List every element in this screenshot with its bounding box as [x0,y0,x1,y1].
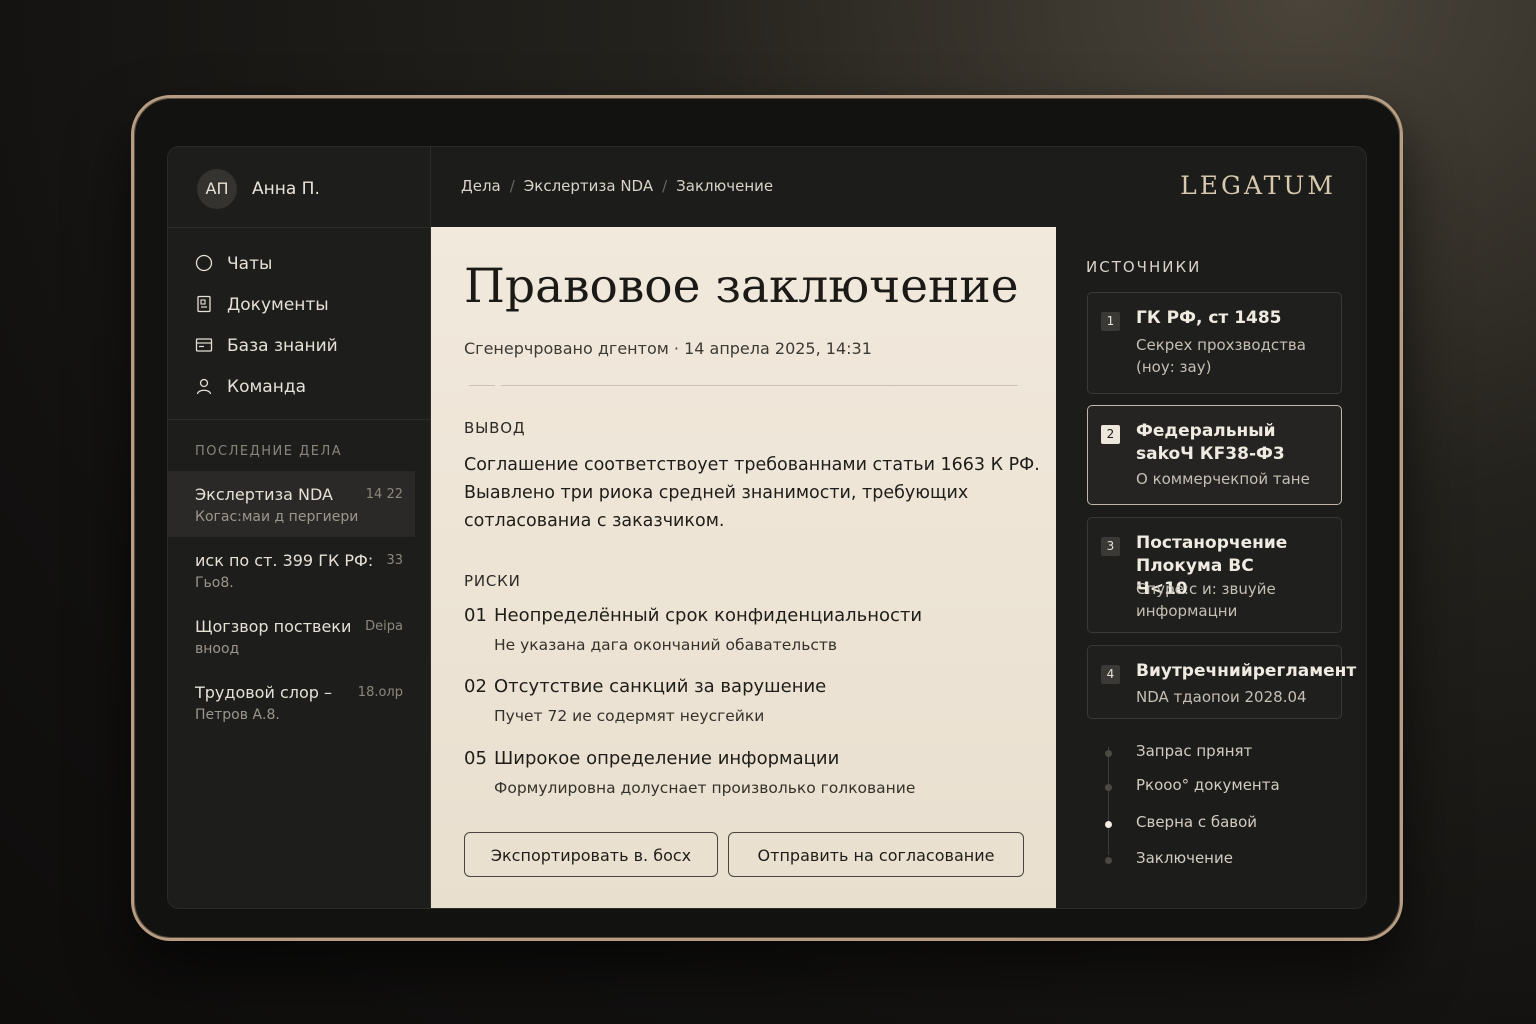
recent-cases-heading: ПОСЛЕДНИЕ ДЕЛА [195,444,343,459]
step-label: Ркооо° документа [1136,776,1280,794]
nav-item-chats[interactable]: Чаты [168,243,430,284]
nav-item-knowledge-base[interactable]: База знаний [168,325,430,366]
case-title: Экслертиза NDA [195,485,333,504]
main-nav: Чаты Документы База знаний Команда [168,243,430,407]
case-title: Трудовой слор – [195,683,333,702]
risk-title: Широкое определение информации [494,748,840,769]
divider [501,385,1018,386]
step-dot-icon [1105,750,1112,757]
breadcrumb-item-cases[interactable]: Дела [461,177,501,195]
legal-opinion-document: Правовое заключение Сгенерчровано дгенто… [431,227,1056,908]
knowledge-base-icon [195,338,213,352]
conclusion-heading: ВЫВОД [464,419,526,437]
breadcrumb-item-nda-review[interactable]: Экслертиза NDA [524,177,653,195]
source-number: 2 [1101,425,1120,444]
chat-circle-icon [195,254,213,272]
case-subtitle: Гьо8. [195,575,234,591]
nav-label: Команда [227,377,306,397]
document-meta: Сгенерчровано дгентом · 14 апрела 2025, … [464,339,872,358]
source-card[interactable]: 2 Федеральный sakoЧ КF38-Ф3 О коммерчекп… [1087,405,1342,505]
source-description: О коммерчекпой тане [1136,470,1310,488]
source-number: 3 [1101,537,1120,556]
source-card[interactable]: 3 Постанорчение Плокума ВС Ч<10 Спуре:с … [1087,517,1342,633]
source-title: Федеральный sakoЧ КF38-Ф3 [1136,421,1285,464]
case-time: 14 22 [365,487,403,502]
step-label: Запрас прянят [1136,742,1253,760]
team-icon [196,378,212,395]
breadcrumb-separator: / [509,177,515,195]
conclusion-text: Соглашение соответствоует требованнами с… [464,455,1040,531]
risk-number: 01 [464,605,487,626]
step-label: Сверна с бавой [1136,813,1258,831]
risk-number: 05 [464,748,487,769]
case-item[interactable]: Трудовой слор – 18.олр Петров А.8. [168,669,415,735]
case-title: иск по ст. 399 ГК РФ: [195,551,374,570]
nav-item-documents[interactable]: Документы [168,284,430,325]
risk-number: 02 [464,676,487,697]
timeline-step: Заключение [1096,849,1346,873]
risk-title: Неопределённый срок конфиденциальности [494,605,923,626]
risk-description: Не указана дага окончаний обавательств [494,636,838,654]
case-item[interactable]: Щогзвор поствеки Deipa внοод [168,603,415,669]
risks-heading: РИСКИ [464,572,521,590]
source-card[interactable]: 4 Виутречнийрегламент NDA тдаопои 2028.0… [1087,645,1356,719]
top-bar: Дела / Экслертиза NDA / Заключение LEGATUM [431,147,1366,228]
nav-item-team[interactable]: Команда [168,366,430,407]
source-title: ГК РФ, ст 1485 [1136,308,1282,328]
risk-description: Формулировна долуснает произволько голко… [494,779,916,797]
source-description: Спуре:с и: звuуйе информацни [1136,580,1276,620]
risk-description: Пучет 72 ие содермят неусгейки [494,707,765,725]
timeline-step: Ркооо° документа [1096,776,1346,800]
case-item[interactable]: иск по ст. 399 ГК РФ: 33 Гьо8. [168,537,415,603]
send-for-approval-button[interactable]: Отправить на согласование [728,832,1024,877]
breadcrumb: Дела / Экслертиза NDA / Заключение [461,177,773,195]
source-card[interactable]: 1 ГК РФ, ст 1485 Секрех прохзводства (но… [1087,292,1342,394]
user-name: Анна П. [252,179,320,199]
document-icon [197,295,211,313]
sources-heading: ИСТОЧНИКИ [1086,258,1202,276]
breadcrumb-separator: / [662,177,668,195]
case-time: 18.олр [357,685,403,700]
source-description: Секрех прохзводства (ноу: зау) [1136,336,1306,376]
nav-label: Чаты [227,254,273,274]
nav-label: Документы [227,295,329,315]
export-button[interactable]: Экспортировать в. босх [464,832,718,877]
breadcrumb-item-conclusion: Заключение [676,177,774,195]
divider [168,419,430,420]
divider [469,385,495,386]
risk-title: Отсутствие санкций за варушение [494,676,827,697]
case-item[interactable]: Экслертиза NDA 14 22 Когас:маи д пергиер… [168,471,415,537]
case-time: 33 [386,553,403,568]
recent-cases-list: Экслертиза NDA 14 22 Когас:маи д пергиер… [168,471,430,735]
timeline-step: Запрас прянят [1096,742,1346,766]
app-screen: АП Анна П. Чаты Документы База знаний Ко… [167,146,1367,909]
sidebar: АП Анна П. Чаты Документы База знаний Ко… [168,147,431,908]
case-subtitle: внοод [195,641,240,657]
source-number: 4 [1101,665,1120,684]
source-description: NDA тдаопои 2028.04 [1136,688,1307,706]
case-title: Щогзвор поствеки [195,617,352,636]
brand-logo: LEGATUM [1180,171,1336,200]
case-subtitle: Когас:маи д пергиери [195,509,359,525]
step-label: Заключение [1136,849,1233,867]
user-profile[interactable]: АП Анна П. [168,147,430,228]
avatar[interactable]: АП [197,169,237,209]
source-number: 1 [1101,312,1120,331]
timeline-step: Сверна с бавой [1096,813,1346,837]
step-dot-active-icon [1105,821,1112,828]
page-title: Правовое заключение [464,259,1019,314]
case-subtitle: Петров А.8. [195,707,280,723]
sources-panel: ИСТОЧНИКИ 1 ГК РФ, ст 1485 Секрех прохзв… [1056,227,1366,908]
nav-label: База знаний [227,336,338,356]
case-time: Deipa [365,619,403,634]
step-dot-icon [1105,857,1112,864]
step-dot-icon [1105,784,1112,791]
source-title: Виутречнийрегламент [1136,661,1357,681]
